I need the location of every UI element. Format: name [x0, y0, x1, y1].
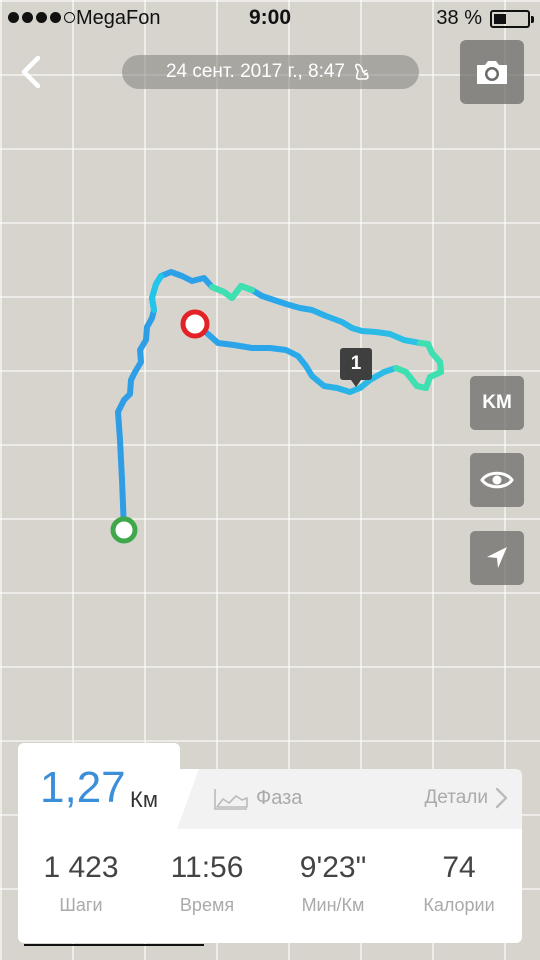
stat-label: Калории: [423, 895, 495, 915]
stat-label: Шаги: [59, 895, 103, 915]
status-bar: MegaFon 9:00 38 %: [0, 0, 540, 38]
navigation-arrow-icon: [487, 547, 507, 568]
back-button[interactable]: [12, 52, 52, 92]
details-link[interactable]: Детали: [424, 787, 508, 809]
locate-button[interactable]: [470, 531, 524, 585]
distance-value: 1,27: [40, 763, 126, 812]
distance-unit: Км: [130, 787, 158, 812]
workout-date: 24 сент. 2017 г., 8:47: [122, 55, 419, 89]
summary-header: Фаза Детали: [177, 769, 522, 829]
chevron-left-icon: [21, 55, 41, 89]
stat-value: 9'23": [299, 851, 367, 884]
stat-value: 74: [442, 851, 476, 884]
chevron-right-icon: [495, 787, 508, 809]
stat-label: Время: [179, 895, 235, 915]
stat-label: Мин/Км: [301, 895, 365, 915]
view-toggle-button[interactable]: [470, 453, 524, 507]
battery-level-fill: [494, 14, 507, 24]
stat-pace: 9'23" Мин/Км: [270, 829, 396, 943]
eye-icon: [480, 471, 514, 489]
footprints-icon: [354, 63, 369, 80]
camera-button[interactable]: [460, 40, 524, 104]
route-fast-segment: [149, 273, 164, 313]
units-toggle-button[interactable]: KM: [470, 376, 524, 430]
phase-label: Фаза: [256, 787, 303, 809]
stat-time: 11:56 Время: [144, 829, 270, 943]
area-chart-icon: [214, 788, 248, 810]
stat-value: 11:56: [170, 851, 244, 884]
split-marker[interactable]: 1: [340, 348, 372, 387]
start-marker: [110, 516, 138, 544]
stats-row: 1 423 Шаги 11:56 Время 9'23" Мин/Км 74 К…: [18, 829, 522, 943]
route-fast-segment: [209, 283, 255, 301]
camera-icon: [477, 61, 507, 84]
summary-panel: 1,27 Км Фаза Детали 1 423 Шаги 11:56 Вре…: [18, 743, 522, 943]
distance-tab[interactable]: 1,27 Км: [18, 743, 180, 831]
stat-value: 1 423: [43, 851, 119, 884]
finish-marker: [180, 309, 210, 339]
workout-date-text: 24 сент. 2017 г., 8:47: [165, 61, 346, 82]
route-fast-segment: [393, 340, 444, 391]
stat-steps: 1 423 Шаги: [18, 829, 144, 943]
units-label: KM: [482, 392, 512, 413]
details-label: Детали: [424, 787, 488, 808]
battery-icon: [490, 10, 534, 28]
route-path: [115, 269, 444, 533]
battery-percentage: 38 %: [436, 7, 482, 29]
home-indicator: [24, 944, 204, 946]
phase-tab[interactable]: Фаза: [214, 787, 302, 810]
stat-calories: 74 Калории: [396, 829, 522, 943]
